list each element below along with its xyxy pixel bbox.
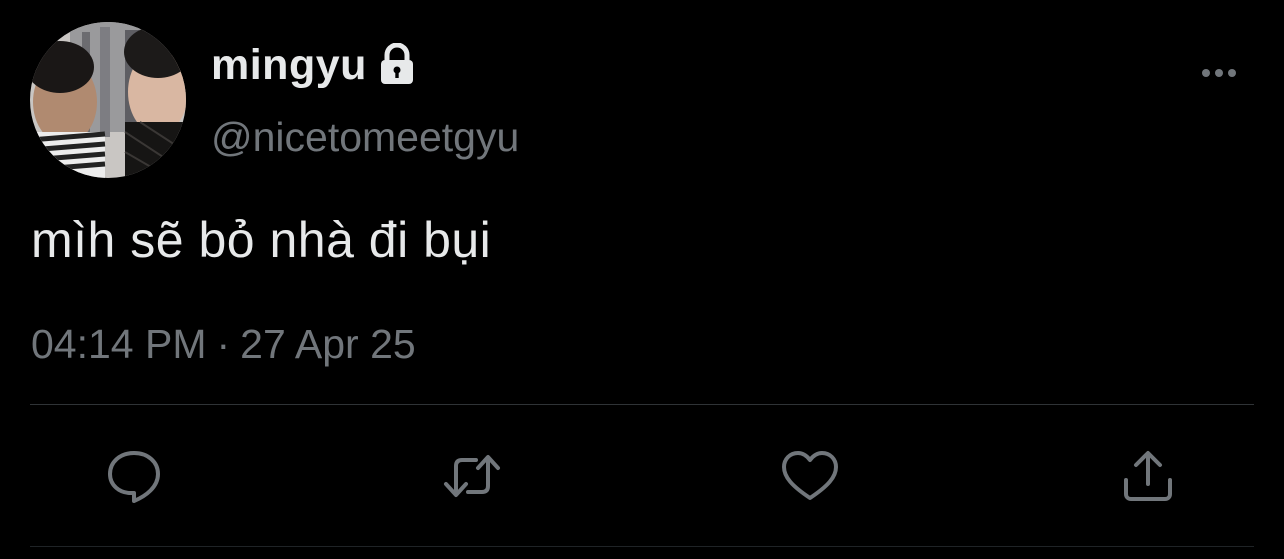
reply-button[interactable]	[104, 446, 164, 506]
bottom-divider	[30, 546, 1254, 547]
display-name[interactable]: mingyu	[211, 41, 367, 90]
retweet-icon	[444, 455, 500, 497]
tweet-card: mingyu @nicetomeetgyu mìh sẽ bỏ nhà đi b…	[0, 0, 1284, 559]
divider	[30, 404, 1254, 405]
more-options-icon[interactable]	[1196, 58, 1246, 88]
timestamp-separator: ·	[216, 321, 231, 367]
avatar[interactable]	[30, 22, 186, 178]
lock-icon	[377, 42, 417, 87]
user-handle[interactable]: @nicetomeetgyu	[211, 114, 519, 161]
name-row: mingyu	[211, 40, 417, 90]
tweet-time: 04:14 PM	[31, 321, 207, 367]
reply-icon	[108, 451, 160, 503]
share-icon	[1124, 451, 1172, 501]
tweet-date: 27 Apr 25	[240, 321, 416, 367]
like-button[interactable]	[780, 446, 840, 506]
like-icon	[782, 451, 838, 500]
share-button[interactable]	[1118, 446, 1178, 506]
retweet-button[interactable]	[442, 446, 502, 506]
tweet-timestamp[interactable]: 04:14 PM · 27 Apr 25	[31, 321, 416, 368]
profile-photo-icon	[30, 22, 186, 178]
tweet-text: mìh sẽ bỏ nhà đi bụi	[31, 212, 492, 268]
